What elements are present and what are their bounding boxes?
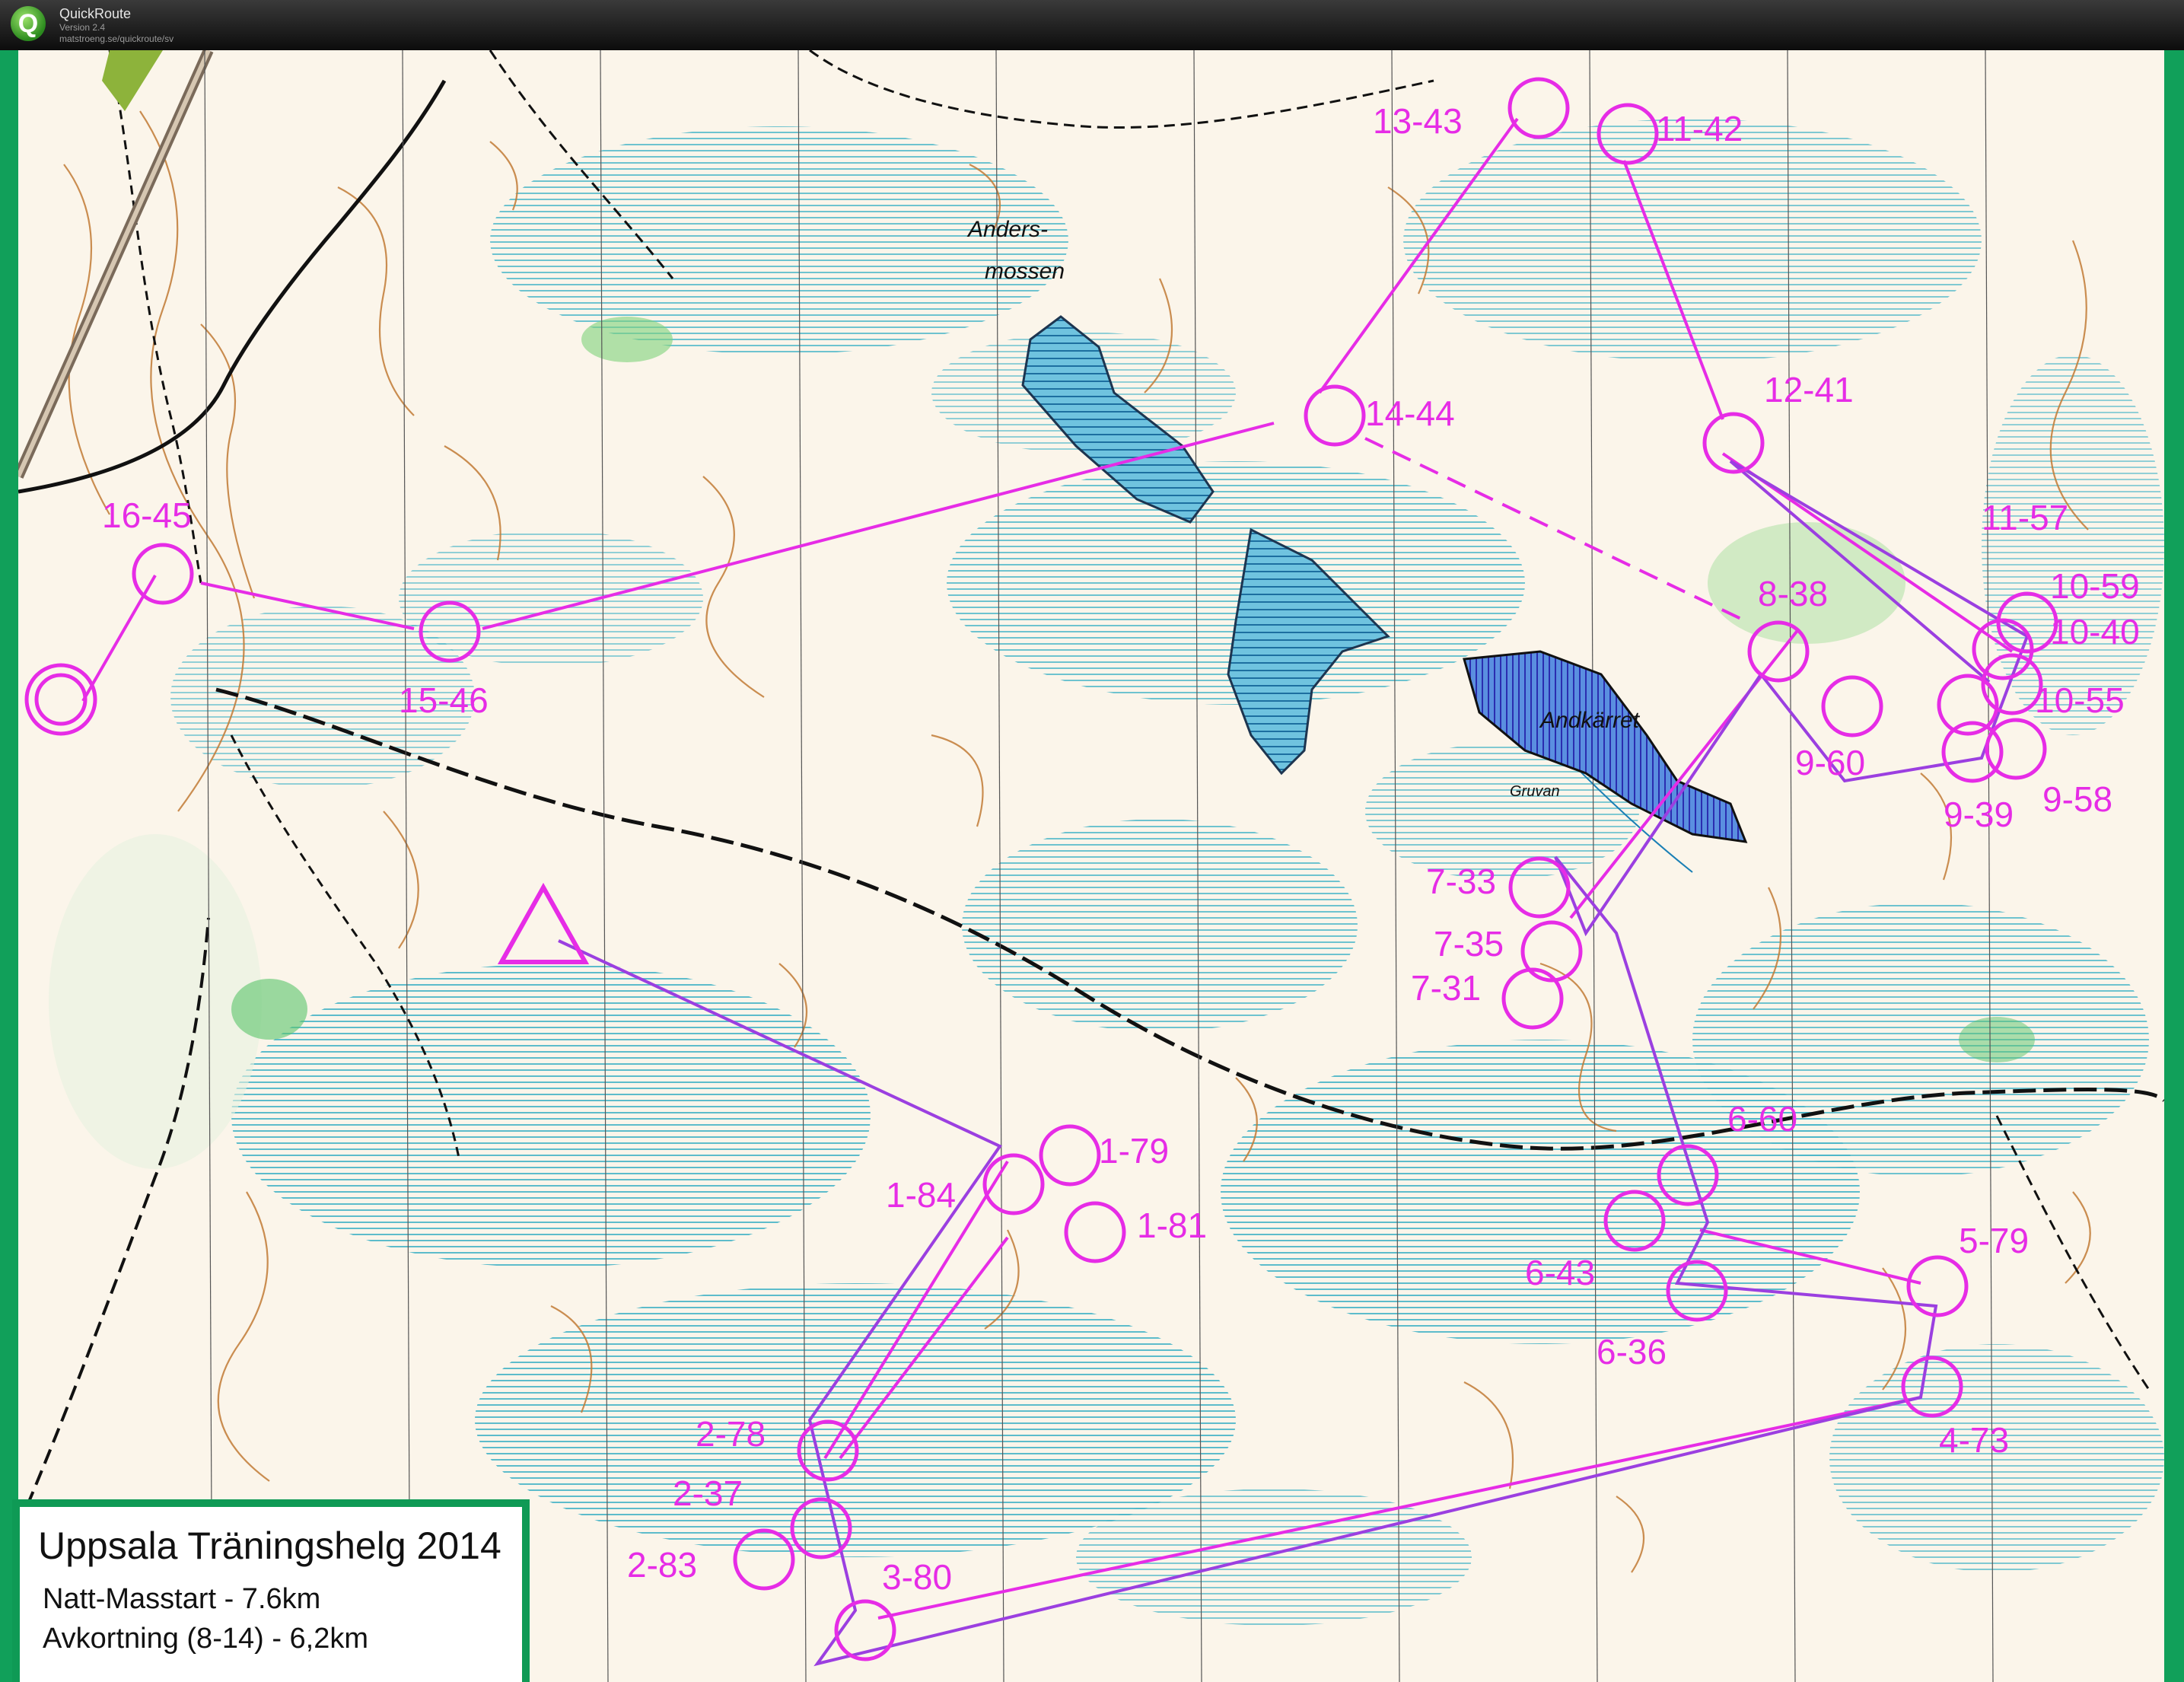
legend-line-1: Natt-Masstart - 7.6km bbox=[43, 1583, 321, 1615]
control-label: 9-60 bbox=[1795, 743, 1865, 782]
control-label: 7-35 bbox=[1434, 924, 1504, 964]
legend-line-2: Avkortning (8-14) - 6,2km bbox=[43, 1623, 369, 1655]
app-url: matstroeng.se/quickroute/sv bbox=[59, 33, 174, 44]
quickroute-logo-icon: Q bbox=[11, 6, 46, 41]
control-label: 13-43 bbox=[1373, 101, 1463, 141]
control-label: 7-33 bbox=[1426, 862, 1496, 901]
terrain-background bbox=[18, 50, 2164, 1682]
control-label: 10-59 bbox=[2050, 566, 2140, 606]
label-andkarret: Andkärret bbox=[1539, 708, 1641, 733]
control-label: 9-58 bbox=[2042, 779, 2112, 819]
control-label: 2-37 bbox=[673, 1473, 743, 1513]
control-label: 6-36 bbox=[1597, 1332, 1667, 1371]
control-label: 2-78 bbox=[696, 1414, 766, 1454]
control-label: 10-55 bbox=[2035, 680, 2125, 720]
control-label: 9-39 bbox=[1944, 795, 2014, 834]
app-version: Version 2.4 bbox=[59, 22, 106, 33]
control-label: 11-42 bbox=[1656, 109, 1743, 148]
control-label: 14-44 bbox=[1365, 393, 1455, 433]
control-label: 3-80 bbox=[882, 1557, 952, 1597]
control-label: 12-41 bbox=[1764, 370, 1854, 409]
control-label: 1-84 bbox=[886, 1175, 956, 1215]
control-label: 1-79 bbox=[1099, 1131, 1169, 1171]
control-label: 4-73 bbox=[1939, 1420, 2009, 1460]
control-label: 16-45 bbox=[102, 495, 192, 535]
map-legend: Uppsala Träningshelg 2014 Natt-Masstart … bbox=[12, 1499, 530, 1682]
control-label: 8-38 bbox=[1758, 574, 1828, 613]
label-gruvan: Gruvan bbox=[1510, 783, 1560, 800]
control-label: 6-43 bbox=[1525, 1253, 1595, 1292]
orienteering-map[interactable]: Anders- mossen Andkärret Gruvan 13-43 11… bbox=[18, 50, 2164, 1682]
control-label: 7-31 bbox=[1411, 968, 1481, 1008]
control-label: 5-79 bbox=[1959, 1221, 2029, 1260]
map-canvas[interactable]: Anders- mossen Andkärret Gruvan 13-43 11… bbox=[18, 50, 2164, 1682]
control-label: 11-57 bbox=[1982, 498, 2068, 537]
control-label: 6-60 bbox=[1727, 1099, 1797, 1139]
app-name: QuickRoute bbox=[59, 6, 132, 21]
control-label: 10-40 bbox=[2050, 612, 2140, 651]
title-bar: Q QuickRoute Version 2.4 matstroeng.se/q… bbox=[0, 0, 2184, 50]
legend-title: Uppsala Träningshelg 2014 bbox=[38, 1524, 501, 1567]
label-anders: Anders- bbox=[966, 217, 1048, 242]
control-label: 15-46 bbox=[399, 680, 489, 720]
control-label: 2-83 bbox=[627, 1545, 697, 1585]
control-label: 1-81 bbox=[1137, 1206, 1207, 1245]
label-mossen: mossen bbox=[985, 259, 1065, 284]
